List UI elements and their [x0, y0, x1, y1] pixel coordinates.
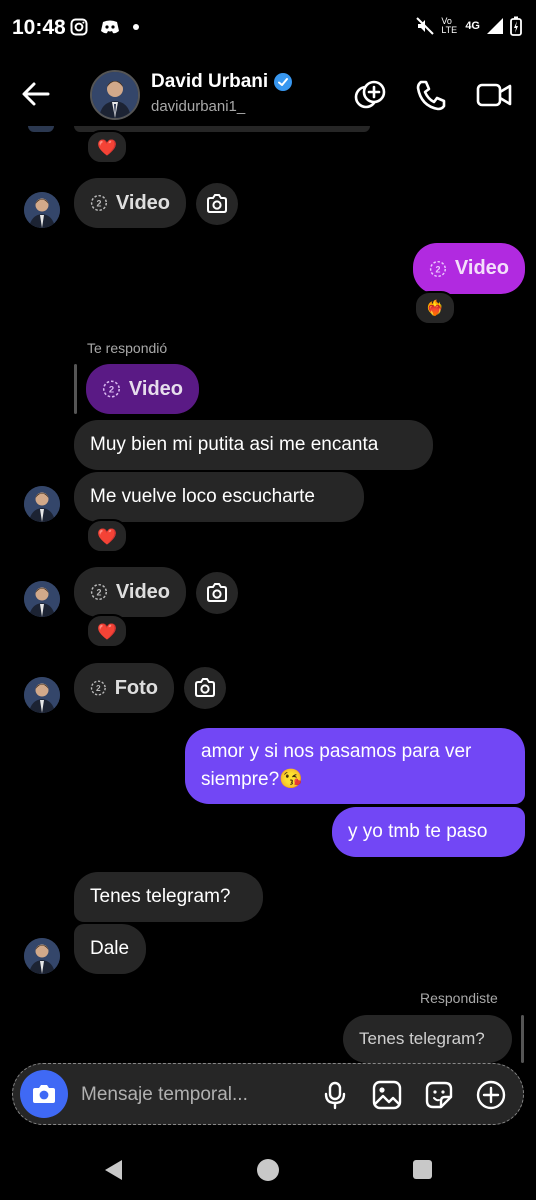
- message-bubble[interactable]: Tenes telegram?: [74, 872, 263, 922]
- profile-photo-icon: [92, 72, 138, 118]
- system-nav-bar: [0, 1138, 536, 1200]
- svg-text:2: 2: [109, 384, 114, 395]
- add-people-icon[interactable]: [352, 76, 390, 114]
- profile-photo-icon: [24, 486, 60, 522]
- message-text: Muy bien mi putita asi me encanta: [90, 434, 379, 455]
- battery-icon: [510, 16, 522, 36]
- message-text: Tenes telegram?: [90, 886, 231, 907]
- video-label: Video: [115, 191, 170, 214]
- profile-photo-icon: [24, 938, 60, 974]
- nav-back-icon[interactable]: [102, 1158, 126, 1182]
- reply-camera-button[interactable]: [184, 667, 226, 709]
- header-name-group[interactable]: David Urbani: [151, 71, 293, 93]
- message-text-line: amor y si nos pasamos para ver: [201, 741, 472, 762]
- video-label: Video: [128, 377, 183, 400]
- sent-message-bubble[interactable]: amor y si nos pasamos para ver siempre?😘: [185, 728, 525, 804]
- message-bubble[interactable]: Me vuelve loco escucharte: [74, 472, 364, 522]
- video-call-icon[interactable]: [475, 76, 513, 114]
- svg-text:2: 2: [96, 683, 101, 693]
- gallery-icon[interactable]: [371, 1079, 403, 1111]
- message-bubble[interactable]: Muy bien mi putita asi me encanta: [74, 420, 433, 470]
- reply-camera-button[interactable]: [196, 183, 238, 225]
- quoted-video-message[interactable]: 2 Video: [86, 364, 199, 414]
- camera-icon: [33, 1085, 55, 1103]
- contact-avatar[interactable]: [24, 938, 60, 974]
- message-input[interactable]: [79, 1081, 293, 1109]
- contact-username: davidurbani1_: [151, 98, 246, 115]
- camera-icon: [207, 583, 227, 602]
- reaction-heart[interactable]: ❤️: [86, 614, 128, 648]
- message-text: Dale: [90, 938, 130, 959]
- view-once-icon: 2: [102, 380, 120, 398]
- message-bubble[interactable]: Dale: [74, 924, 146, 974]
- signal-icon: [487, 18, 503, 34]
- contact-avatar[interactable]: [24, 192, 60, 228]
- avatar-edge: [28, 126, 54, 132]
- camera-button[interactable]: [20, 1070, 68, 1118]
- message-text: Tenes telegram?: [359, 1029, 485, 1048]
- instagram-icon: [70, 18, 88, 36]
- foto-label: Foto: [114, 676, 158, 699]
- discord-icon: [101, 20, 119, 34]
- message-text: Me vuelve loco escucharte: [90, 486, 315, 507]
- view-once-icon: 2: [90, 680, 106, 696]
- status-time: 10:48: [12, 16, 66, 39]
- phone-icon[interactable]: [412, 76, 450, 114]
- nav-recents-icon[interactable]: [412, 1159, 433, 1180]
- profile-photo-icon: [24, 192, 60, 228]
- video-message[interactable]: 2 Video: [74, 178, 186, 228]
- sticker-icon[interactable]: [423, 1079, 455, 1111]
- video-label: Video: [454, 257, 509, 279]
- profile-photo-icon: [24, 677, 60, 713]
- camera-icon: [207, 194, 227, 213]
- video-label: Video: [115, 580, 170, 603]
- reply-quote-bar: [74, 364, 77, 414]
- contact-name: David Urbani: [151, 71, 269, 92]
- dot-icon: [133, 24, 139, 30]
- reaction-heart[interactable]: ❤️: [86, 519, 128, 553]
- header-avatar[interactable]: [90, 70, 140, 120]
- reply-camera-button[interactable]: [196, 572, 238, 614]
- microphone-icon[interactable]: [319, 1079, 351, 1111]
- nav-home-icon[interactable]: [256, 1158, 280, 1182]
- sent-message-bubble[interactable]: y yo tmb te paso: [332, 807, 525, 857]
- svg-text:2: 2: [96, 587, 101, 597]
- contact-avatar[interactable]: [24, 581, 60, 617]
- message-composer: [12, 1063, 524, 1125]
- plus-icon[interactable]: [475, 1079, 507, 1111]
- volte-text: Vo LTE: [441, 16, 458, 35]
- sent-video-message[interactable]: 2 Video: [413, 243, 525, 294]
- network-text: 4G: [465, 20, 480, 32]
- svg-text:2: 2: [435, 264, 440, 274]
- reaction-heart-fire[interactable]: ❤️‍🔥: [414, 291, 456, 325]
- you-replied-label: Respondiste: [420, 990, 498, 1006]
- message-text-line: siempre?😘: [201, 769, 303, 790]
- view-once-icon: 2: [90, 194, 108, 212]
- reply-quote-bar: [521, 1015, 524, 1063]
- verified-badge-icon: [274, 73, 293, 91]
- view-once-icon: 2: [90, 583, 108, 601]
- view-once-icon: 2: [429, 260, 447, 277]
- video-message[interactable]: 2 Video: [74, 567, 186, 617]
- photo-message[interactable]: 2 Foto: [74, 663, 174, 713]
- camera-icon: [195, 678, 215, 697]
- message-text: y yo tmb te paso: [348, 821, 488, 842]
- reaction-heart[interactable]: ❤️: [86, 130, 128, 164]
- svg-text:2: 2: [96, 198, 101, 208]
- mute-icon: [416, 17, 435, 35]
- profile-photo-icon: [24, 581, 60, 617]
- status-bar: 10:48 Vo LTE 4G: [0, 0, 536, 56]
- quoted-message[interactable]: Tenes telegram?: [343, 1015, 512, 1063]
- replied-to-you-label: Te respondió: [87, 340, 168, 356]
- contact-avatar[interactable]: [24, 677, 60, 713]
- chat-header: David Urbani davidurbani1_: [0, 56, 536, 134]
- back-arrow-icon[interactable]: [18, 76, 54, 112]
- contact-avatar[interactable]: [24, 486, 60, 522]
